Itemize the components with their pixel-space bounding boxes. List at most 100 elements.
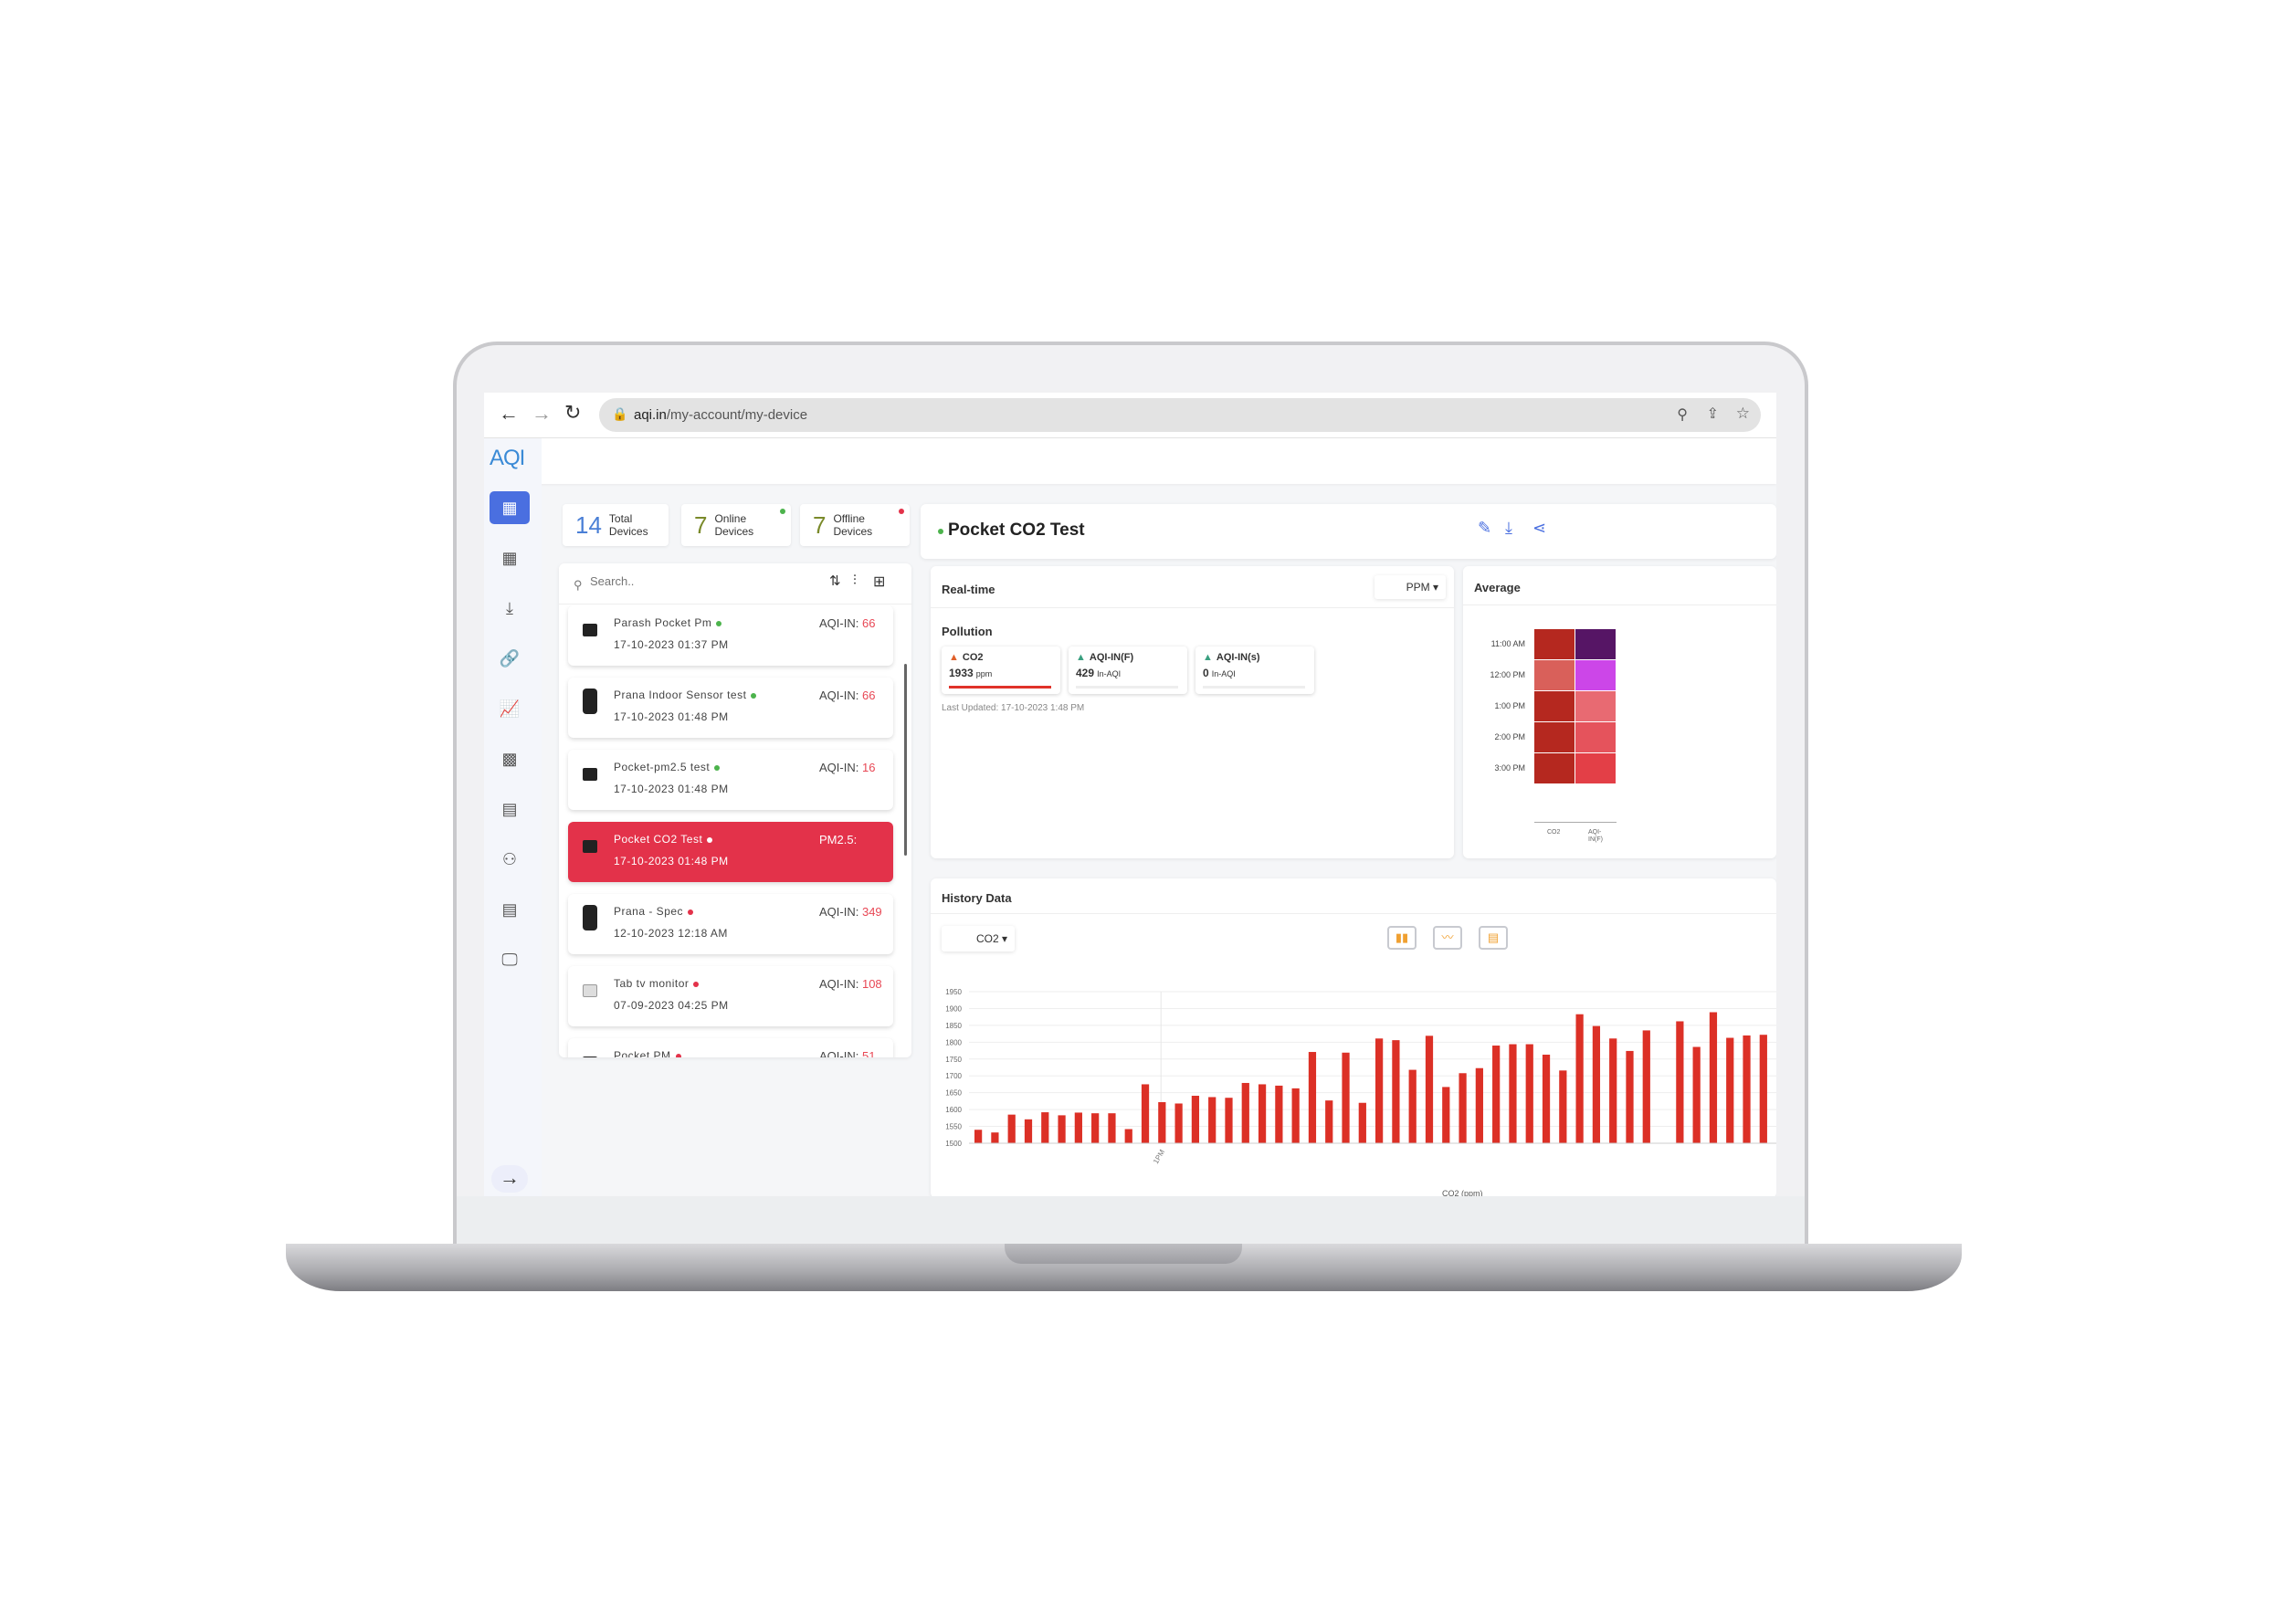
sidebar-item-4[interactable]: 📈 — [490, 692, 530, 725]
bar[interactable] — [1392, 1040, 1400, 1143]
download-icon[interactable]: ⤓ — [1505, 519, 1512, 538]
device-list-item[interactable]: Pocket-pm2.5 test 17-10-2023 01:48 PM AQI-… — [568, 750, 893, 810]
sidebar-item-0[interactable]: ▦ — [490, 491, 530, 524]
device-list-item[interactable]: Tab tv monitor 07-09-2023 04:25 PM AQI-IN:… — [568, 966, 893, 1026]
sidebar-item-9[interactable]: 🖵 — [490, 943, 530, 976]
bar[interactable] — [1342, 1052, 1350, 1143]
bar[interactable] — [1726, 1037, 1734, 1143]
bar[interactable] — [1141, 1084, 1150, 1143]
bar[interactable] — [1007, 1114, 1016, 1143]
bar[interactable] — [1542, 1054, 1551, 1143]
bar[interactable] — [1091, 1113, 1100, 1143]
edit-icon[interactable]: ✎ — [1478, 519, 1491, 538]
sidebar-item-6[interactable]: ▤ — [490, 793, 530, 825]
bar[interactable] — [1425, 1036, 1434, 1143]
device-list-item[interactable]: Pocket CO2 Test 17-10-2023 01:48 PM PM2.5: — [568, 822, 893, 882]
bar[interactable] — [1275, 1085, 1283, 1143]
bar[interactable] — [1225, 1098, 1233, 1143]
bar[interactable] — [991, 1132, 999, 1143]
device-list-item[interactable]: Parash Pocket Pm 17-10-2023 01:37 PM AQI-I… — [568, 605, 893, 666]
heatmap-cell[interactable] — [1575, 629, 1616, 659]
forward-icon[interactable]: → — [532, 402, 552, 426]
sidebar-item-8[interactable]: ▤ — [490, 893, 530, 926]
bookmark-star-icon[interactable]: ☆ — [1736, 405, 1750, 423]
unit-select[interactable]: PPM ▾ — [1374, 575, 1446, 599]
bar[interactable] — [1509, 1044, 1517, 1143]
list-scrollbar[interactable] — [904, 664, 907, 856]
bar[interactable] — [1408, 1069, 1417, 1143]
bar[interactable] — [1058, 1115, 1066, 1143]
heatmap-cell[interactable] — [1534, 691, 1575, 721]
bar[interactable] — [1325, 1100, 1333, 1143]
share-icon[interactable]: ⋖ — [1532, 519, 1546, 538]
stat-card[interactable]: 7 Online Devices — [681, 504, 791, 546]
bar[interactable] — [1442, 1087, 1450, 1143]
heatmap-cell[interactable] — [1575, 722, 1616, 752]
bar[interactable] — [1759, 1035, 1767, 1143]
sort-az-icon[interactable]: ⇅ — [829, 573, 841, 589]
bar[interactable] — [1709, 1012, 1718, 1143]
bar[interactable] — [1492, 1046, 1501, 1143]
stat-card[interactable]: 14 Total Devices — [563, 504, 669, 546]
search-input[interactable] — [590, 574, 773, 588]
bar[interactable] — [974, 1130, 983, 1143]
pollutant-card[interactable]: ▲ AQI-IN(F) 429 In-AQI — [1069, 647, 1187, 694]
bar[interactable] — [1459, 1073, 1467, 1143]
bar[interactable] — [1124, 1129, 1132, 1143]
heatmap-cell[interactable] — [1575, 691, 1616, 721]
bar[interactable] — [1692, 1046, 1701, 1143]
bar[interactable] — [1676, 1021, 1684, 1143]
bar[interactable] — [1191, 1095, 1200, 1143]
bar[interactable] — [1024, 1119, 1033, 1143]
line-chart-button[interactable]: 〰 — [1433, 926, 1462, 950]
stat-card[interactable]: 7 Offline Devices — [800, 504, 910, 546]
share-icon[interactable]: ⇪ — [1707, 405, 1719, 423]
bar[interactable] — [1559, 1070, 1567, 1143]
parameter-select[interactable]: CO2 ▾ — [942, 926, 1015, 951]
bar[interactable] — [1626, 1050, 1634, 1143]
bar[interactable] — [1208, 1097, 1216, 1143]
bar[interactable] — [1174, 1103, 1183, 1143]
bar[interactable] — [1609, 1038, 1617, 1143]
bar[interactable] — [1074, 1112, 1082, 1143]
zoom-icon[interactable]: ⚲ — [1677, 405, 1688, 424]
pollutant-card[interactable]: ▲ AQI-IN(s) 0 In-AQI — [1195, 647, 1314, 694]
bar[interactable] — [1241, 1082, 1249, 1143]
back-icon[interactable]: ← — [499, 402, 519, 426]
heatmap-cell[interactable] — [1534, 660, 1575, 690]
bar[interactable] — [1291, 1088, 1300, 1143]
bar[interactable] — [1375, 1038, 1384, 1143]
filter-icon[interactable]: ⫶ — [853, 573, 857, 588]
device-list-item[interactable]: Prana - Spec 12-10-2023 12:18 AM AQI-IN: 3… — [568, 894, 893, 954]
sidebar-item-3[interactable]: 🔗 — [490, 642, 530, 675]
device-list-item[interactable]: Prana Indoor Sensor test 17-10-2023 01:48… — [568, 678, 893, 738]
sidebar-item-2[interactable]: ⤓ — [490, 592, 530, 625]
bar[interactable] — [1592, 1025, 1601, 1143]
pollutant-card[interactable]: ▲ CO2 1933 ppm — [942, 647, 1060, 694]
bar[interactable] — [1158, 1101, 1166, 1143]
bar[interactable] — [1475, 1067, 1483, 1143]
address-bar[interactable]: 🔒 aqi.in/my-account/my-device ⚲ ⇪ ☆ — [599, 398, 1761, 432]
bar[interactable] — [1258, 1084, 1267, 1143]
sidebar-item-5[interactable]: ▩ — [490, 742, 530, 775]
bar[interactable] — [1108, 1113, 1116, 1143]
bar[interactable] — [1308, 1052, 1317, 1143]
heatmap-cell[interactable] — [1534, 722, 1575, 752]
grid-view-icon[interactable]: ⊞ — [873, 573, 885, 591]
heatmap-cell[interactable] — [1534, 629, 1575, 659]
sidebar-item-7[interactable]: ⚇ — [490, 843, 530, 876]
bar[interactable] — [1041, 1112, 1049, 1143]
heatmap-cell[interactable] — [1534, 753, 1575, 783]
bar[interactable] — [1743, 1035, 1751, 1143]
sidebar-item-1[interactable]: ▦ — [490, 541, 530, 574]
bar[interactable] — [1525, 1044, 1533, 1143]
expand-sidebar-button[interactable]: → — [491, 1165, 528, 1193]
bar[interactable] — [1642, 1030, 1650, 1143]
device-list-item[interactable]: Pocket PM AQI-IN: 51 — [568, 1038, 893, 1057]
bar-chart-button[interactable]: ▮▮ — [1387, 926, 1417, 950]
bar[interactable] — [1358, 1102, 1366, 1143]
reload-icon[interactable]: ↻ — [564, 401, 581, 425]
table-view-button[interactable]: ▤ — [1479, 926, 1508, 950]
bar[interactable] — [1575, 1014, 1584, 1143]
heatmap-cell[interactable] — [1575, 753, 1616, 783]
